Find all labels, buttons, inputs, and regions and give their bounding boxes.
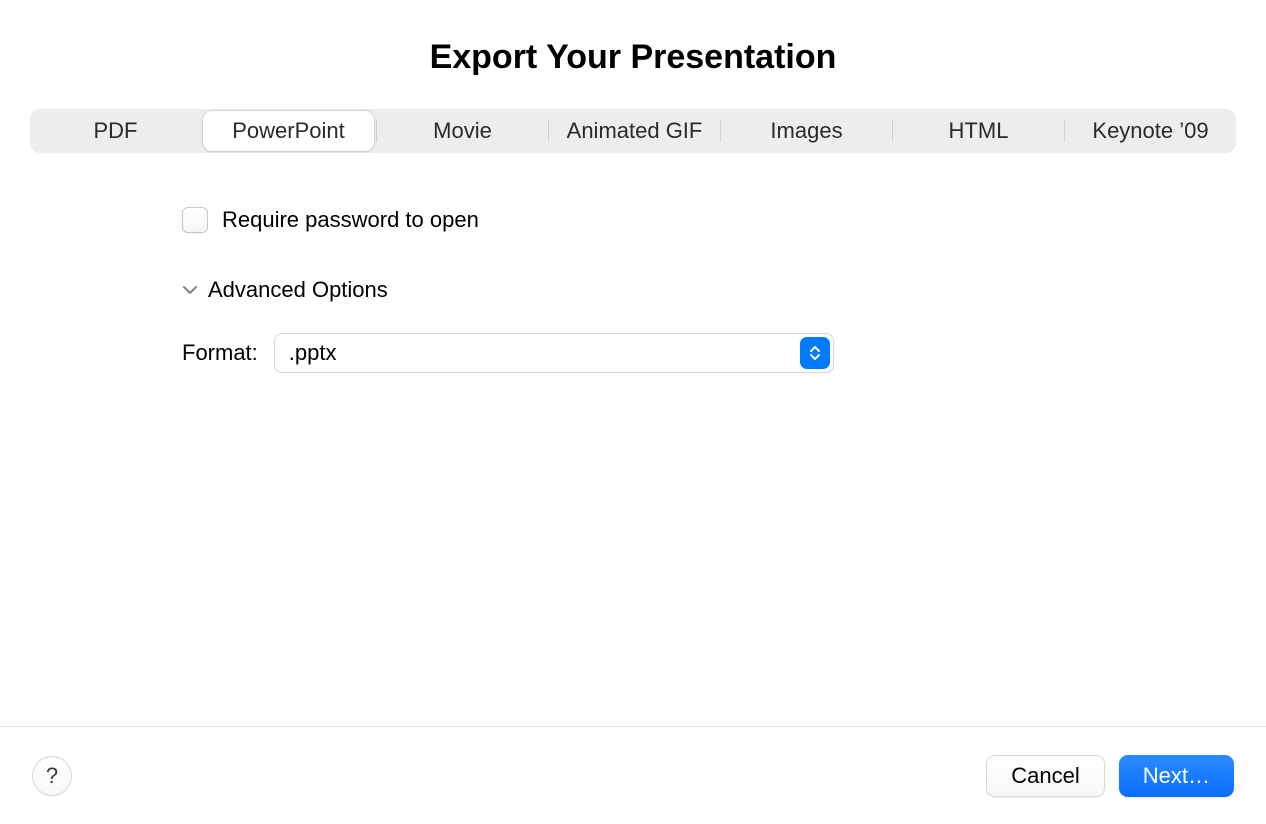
export-format-tabs: PDF PowerPoint Movie Animated GIF Images… xyxy=(30,109,1236,153)
tab-images[interactable]: Images xyxy=(721,109,892,153)
tab-label: PDF xyxy=(94,118,138,144)
tab-label: Movie xyxy=(433,118,492,144)
format-select[interactable]: .pptx xyxy=(274,333,834,373)
tab-label: Animated GIF xyxy=(567,118,703,144)
dialog-title: Export Your Presentation xyxy=(0,0,1266,109)
require-password-checkbox[interactable] xyxy=(182,207,208,233)
format-select-value: .pptx xyxy=(274,333,834,373)
tab-html[interactable]: HTML xyxy=(893,109,1064,153)
tab-label: Keynote ’09 xyxy=(1092,118,1208,144)
cancel-button-label: Cancel xyxy=(1011,763,1079,789)
format-row: Format: .pptx xyxy=(182,333,1266,373)
tab-keynote09[interactable]: Keynote ’09 xyxy=(1065,109,1236,153)
tab-movie[interactable]: Movie xyxy=(377,109,548,153)
tab-label: HTML xyxy=(949,118,1009,144)
next-button[interactable]: Next… xyxy=(1119,755,1234,797)
format-label: Format: xyxy=(182,340,258,366)
help-button[interactable]: ? xyxy=(32,756,72,796)
export-options-pane: Require password to open Advanced Option… xyxy=(0,153,1266,726)
cancel-button[interactable]: Cancel xyxy=(986,755,1104,797)
advanced-options-label: Advanced Options xyxy=(208,277,388,303)
help-icon: ? xyxy=(46,763,58,789)
tab-pdf[interactable]: PDF xyxy=(30,109,201,153)
tab-label: PowerPoint xyxy=(232,118,345,144)
chevron-down-icon xyxy=(182,282,198,298)
tab-label: Images xyxy=(770,118,842,144)
tab-powerpoint[interactable]: PowerPoint xyxy=(203,111,374,151)
dialog-footer: ? Cancel Next… xyxy=(0,726,1266,824)
advanced-options-toggle[interactable]: Advanced Options xyxy=(182,277,1266,303)
next-button-label: Next… xyxy=(1143,763,1210,789)
export-dialog: Export Your Presentation PDF PowerPoint … xyxy=(0,0,1266,824)
require-password-row: Require password to open xyxy=(182,207,1266,233)
require-password-label: Require password to open xyxy=(222,207,479,233)
tab-animated-gif[interactable]: Animated GIF xyxy=(549,109,720,153)
